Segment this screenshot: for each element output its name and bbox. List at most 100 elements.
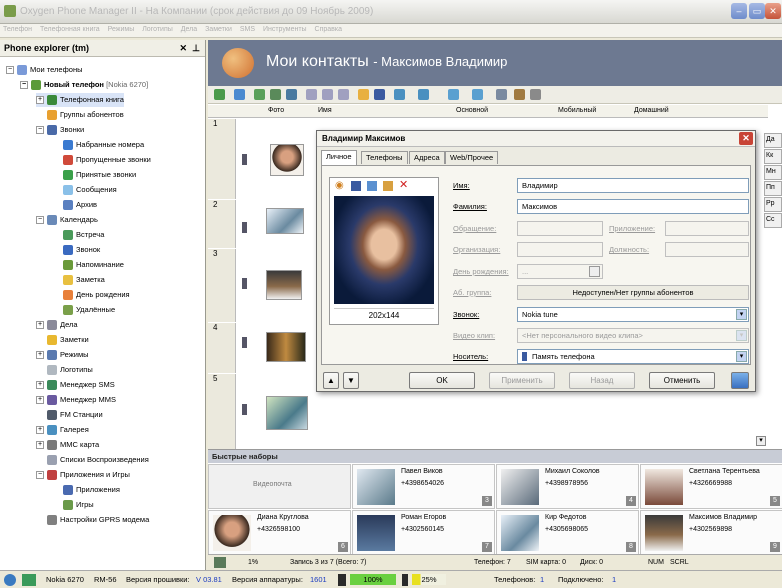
tree-note[interactable]: Заметка (63, 273, 105, 287)
pin-icon[interactable]: ⊥ (192, 43, 200, 54)
open-icon[interactable] (358, 89, 369, 100)
import-icon[interactable] (254, 89, 265, 100)
open-photo-icon[interactable]: ◉ (335, 180, 344, 191)
tree-tasks[interactable]: + Дела (36, 318, 78, 332)
tree-gallery[interactable]: + Галерея (36, 423, 89, 437)
save-icon[interactable] (374, 89, 385, 100)
tree-meeting[interactable]: Встреча (63, 228, 104, 242)
speed-dial-slot[interactable]: Максимов Владимир +4302569898 9 (640, 510, 782, 555)
greeting-field[interactable] (517, 221, 603, 236)
tab-web-other[interactable]: Web/Прочее (445, 151, 499, 164)
ringtone-select[interactable]: Nokia tune ▾ (517, 307, 749, 322)
row-number[interactable]: 4 (208, 323, 236, 373)
organization-field[interactable] (517, 242, 603, 257)
edit-contact-icon[interactable] (234, 89, 245, 100)
tree-phonebook[interactable]: + Телефонная книга (36, 93, 124, 107)
write-phone-icon[interactable] (418, 89, 429, 100)
add-contact-icon[interactable] (214, 89, 225, 100)
calendar-icon[interactable] (589, 266, 600, 277)
tree-reminder[interactable]: Напоминание (63, 258, 124, 272)
close-button[interactable]: ✕ (765, 3, 781, 19)
menu-logos[interactable]: Логотипы (139, 24, 176, 35)
col-name[interactable]: Имя (318, 107, 332, 114)
tree-notes[interactable]: Заметки (47, 333, 89, 347)
sort-az-icon[interactable] (306, 89, 317, 100)
delete-photo-icon[interactable]: ✕ (399, 178, 408, 191)
tree-messages[interactable]: Сообщения (63, 183, 117, 197)
menu-tools[interactable]: Инструменты (260, 24, 310, 35)
tree-fm[interactable]: FM Станции (47, 408, 103, 422)
tree-modes[interactable]: + Режимы (36, 348, 89, 362)
index-item[interactable]: Кк (764, 149, 782, 164)
col-main[interactable]: Основной (444, 107, 488, 114)
tree-apps[interactable]: Приложения (63, 483, 120, 497)
pen-icon[interactable] (514, 89, 525, 100)
speed-dial-slot[interactable]: Видеопочта (208, 464, 351, 509)
tree-sms-manager[interactable]: + Менеджер SMS (36, 378, 115, 392)
cancel-button[interactable]: Отменить (649, 372, 715, 389)
menu-phone[interactable]: Телефон (0, 24, 35, 35)
row-number[interactable]: 1 (208, 119, 236, 199)
tree-apps-games[interactable]: − Приложения и Игры (36, 468, 130, 482)
sync-icon[interactable] (286, 89, 297, 100)
export-icon[interactable] (270, 89, 281, 100)
back-button[interactable]: Назад (569, 372, 635, 389)
minimize-button[interactable]: – (731, 3, 747, 19)
tree-calendar[interactable]: − Календарь (36, 213, 98, 227)
speed-dial-slot[interactable]: Павел Виков +4398654026 3 (352, 464, 495, 509)
tree-gprs[interactable]: Настройки GPRS модема (47, 513, 149, 527)
index-item[interactable]: Рр (764, 197, 782, 212)
speed-dial-slot[interactable]: Диана Круглова +4326598100 6 (208, 510, 351, 555)
tree-calls[interactable]: − Звонки (36, 123, 84, 137)
apply-button[interactable]: Применить (489, 372, 555, 389)
list-view-icon[interactable] (530, 89, 541, 100)
row-number[interactable]: 2 (208, 200, 236, 248)
tree-mmc[interactable]: + MMC карта (36, 438, 99, 452)
tree-mms-manager[interactable]: + Менеджер MMS (36, 393, 116, 407)
filter-icon[interactable] (338, 89, 349, 100)
row-number[interactable]: 5 (208, 374, 236, 449)
tree-deleted[interactable]: Удалённые (63, 303, 115, 317)
speed-dial-slot[interactable]: Светлана Терентьева +4326669988 5 (640, 464, 782, 509)
menu-phonebook[interactable]: Телефонная книга (37, 24, 103, 35)
read-phone-icon[interactable] (394, 89, 405, 100)
tree-games[interactable]: Игры (63, 498, 94, 512)
help-icon[interactable] (731, 372, 749, 389)
tree-missed[interactable]: Пропущенные звонки (63, 153, 151, 167)
tree-playlists[interactable]: Списки Воспроизведения (47, 453, 149, 467)
tree-birthday[interactable]: День рождения (63, 288, 130, 302)
col-photo[interactable]: Фото (268, 107, 284, 114)
tree-received[interactable]: Принятые звонки (63, 168, 136, 182)
speed-dial-slot[interactable]: Михаил Соколов +4398978956 4 (496, 464, 639, 509)
col-mobile[interactable]: Мобильный (546, 107, 596, 114)
tree-call[interactable]: Звонок (63, 243, 100, 257)
copy-photo-icon[interactable] (367, 181, 377, 191)
maximize-button[interactable]: ▭ (749, 3, 765, 19)
col-home[interactable]: Домашний (622, 107, 669, 114)
menu-notes[interactable]: Заметки (202, 24, 235, 35)
index-item[interactable]: Пп (764, 181, 782, 196)
previous-contact-button[interactable]: ▲ (323, 372, 339, 389)
tree-new-phone[interactable]: − Новый телефон [Nokia 6270] (20, 78, 148, 92)
tab-phones[interactable]: Телефоны (361, 151, 408, 164)
position-field[interactable] (665, 242, 749, 257)
next-contact-button[interactable]: ▼ (343, 372, 359, 389)
paste-icon[interactable] (472, 89, 483, 100)
save-photo-icon[interactable] (351, 181, 361, 191)
menu-help[interactable]: Справка (312, 24, 345, 35)
suffix-field[interactable] (665, 221, 749, 236)
menu-tasks[interactable]: Дела (178, 24, 200, 35)
menu-modes[interactable]: Режимы (105, 24, 138, 35)
storage-select[interactable]: Память телефона ▾ (517, 349, 749, 364)
tree-my-phones[interactable]: − Мои телефоны (6, 63, 82, 77)
dialog-close-button[interactable]: ✕ (739, 132, 753, 145)
speed-dial-slot[interactable]: Кир Федотов +4305698065 8 (496, 510, 639, 555)
index-item[interactable]: Да (764, 133, 782, 148)
last-name-field[interactable]: Максимов (517, 199, 749, 214)
paste-photo-icon[interactable] (383, 181, 393, 191)
close-panel-icon[interactable]: ✕ (179, 43, 187, 54)
index-item[interactable]: Мн (764, 165, 782, 180)
tab-personal[interactable]: Личное (321, 150, 357, 165)
row-number[interactable]: 3 (208, 249, 236, 322)
tree-groups[interactable]: Группы абонентов (47, 108, 124, 122)
